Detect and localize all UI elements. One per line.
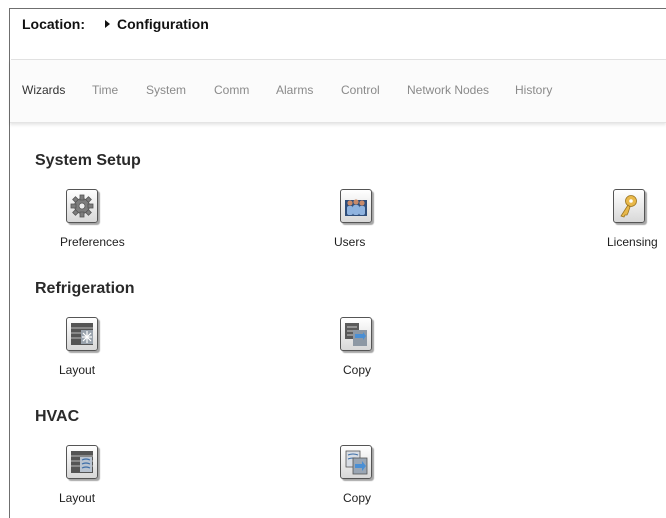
licensing-label: Licensing [607,235,658,249]
hvac-layout-icon [66,445,98,479]
tab-bar: Wizards Time System Comm Alarms Control … [10,60,666,123]
tab-alarms[interactable]: Alarms [276,83,313,97]
breadcrumb-configuration[interactable]: Configuration [105,16,209,32]
users-label: Users [334,235,366,249]
tab-network-nodes[interactable]: Network Nodes [407,83,489,97]
hvac-copy-wizard[interactable]: Copy [310,445,420,505]
section-title-system-setup: System Setup [35,152,141,169]
breadcrumb-label: Configuration [117,16,209,32]
gear-icon [66,189,98,223]
preferences-label: Preferences [60,235,125,249]
configuration-panel: Location: Configuration Wizards Time Sys… [9,8,666,518]
hvac-layout-wizard[interactable]: Layout [50,445,160,505]
copy-icon [340,317,372,351]
caret-right-icon [105,20,110,28]
tab-history[interactable]: History [515,83,552,97]
hvac-copy-label: Copy [343,491,372,505]
users-wizard[interactable]: Users [310,189,420,249]
key-icon [613,189,645,223]
preferences-wizard[interactable]: Preferences [40,189,150,249]
tab-wizards[interactable]: Wizards [22,83,65,97]
refrigeration-copy-label: Copy [343,363,372,377]
copy-icon [340,445,372,479]
tab-control[interactable]: Control [341,83,380,97]
section-title-refrigeration: Refrigeration [35,280,135,297]
tab-comm[interactable]: Comm [214,83,249,97]
refrigeration-layout-label: Layout [59,363,96,377]
section-title-hvac: HVAC [35,408,80,425]
tab-time[interactable]: Time [92,83,118,97]
refrigeration-layout-icon [66,317,98,351]
location-label: Location: [22,16,85,32]
licensing-wizard[interactable]: Licensing [556,189,666,249]
users-icon [340,189,372,223]
location-breadcrumb: Location: Configuration [22,16,209,32]
tab-system[interactable]: System [146,83,186,97]
refrigeration-layout-wizard[interactable]: Layout [50,317,160,377]
hvac-layout-label: Layout [59,491,96,505]
refrigeration-copy-wizard[interactable]: Copy [310,317,420,377]
